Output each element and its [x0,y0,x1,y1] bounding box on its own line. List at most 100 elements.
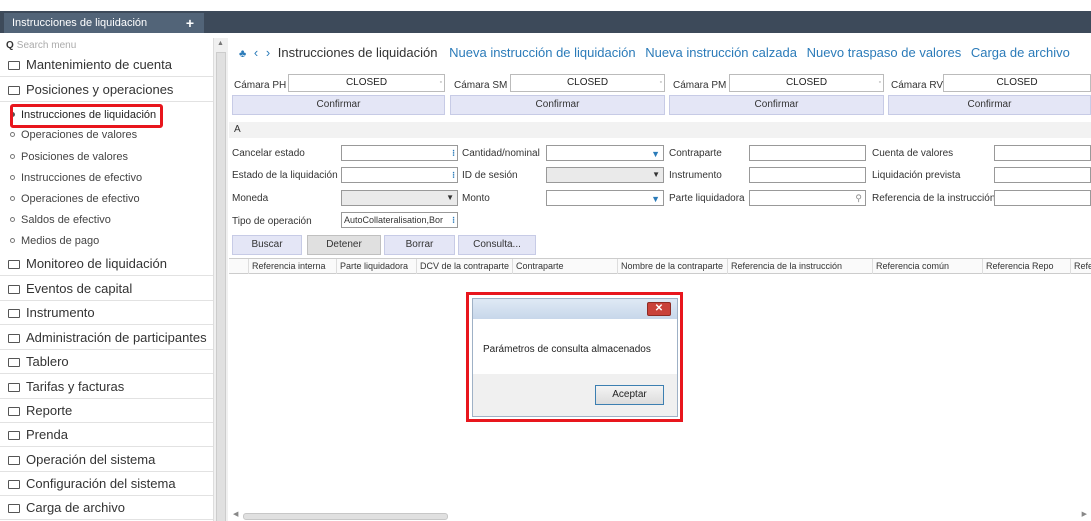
close-icon[interactable]: ✕ [647,302,671,316]
scrollbar-thumb[interactable] [216,52,226,521]
highlight-box-menu [10,104,163,128]
folder-icon [8,334,20,343]
list-icon[interactable]: ⁝ [452,213,455,227]
bullet-icon [10,154,15,159]
scroll-right-icon[interactable]: ▶ [1082,510,1087,518]
parte-liquidadora-field[interactable]: ⚲ [749,190,866,206]
sidebar-item-posiciones[interactable]: Posiciones y operaciones [0,79,213,102]
column-header[interactable]: Referencia común [872,259,982,274]
subitem-posiciones-valores[interactable]: Posiciones de valores [0,148,213,167]
search-icon[interactable]: ⚲ [855,191,862,205]
id-sesion-select[interactable]: ▼ [546,167,664,183]
sidebar-scrollbar[interactable]: ▲ [213,38,228,521]
dialog-titlebar[interactable]: ✕ [473,299,677,319]
confirm-pm-button[interactable]: Confirmar [669,95,884,115]
filter-icon[interactable]: ▼ [651,192,660,206]
column-header[interactable]: Referencia interna [248,259,336,274]
sidebar-item-prenda[interactable]: Prenda [0,424,213,447]
add-tab-icon[interactable]: + [186,13,194,33]
liquidacion-prevista-field[interactable] [994,167,1091,183]
link-traspaso-valores[interactable]: Nuevo traspaso de valores [807,45,962,60]
tipo-operacion-field[interactable]: AutoCollateralisation,Bor ⁝ [341,212,458,228]
folder-open-icon [8,86,20,95]
confirm-rv-button[interactable]: Confirmar [888,95,1091,115]
subitem-instrucciones-efectivo[interactable]: Instrucciones de efectivo [0,169,213,188]
link-nueva-instruccion[interactable]: Nueva instrucción de liquidación [449,45,635,60]
sidebar-item-label: Mantenimiento de cuenta [26,57,172,72]
buscar-button[interactable]: Buscar [232,235,302,255]
dialog-message: Parámetros de consulta almacenados [483,344,651,355]
moneda-select[interactable]: ▼ [341,190,458,206]
column-header[interactable]: Referencia Repo [982,259,1070,274]
detener-button[interactable]: Detener [307,235,381,255]
subitem-operaciones-efectivo[interactable]: Operaciones de efectivo [0,190,213,209]
folder-icon [8,431,20,440]
hierarchy-icon[interactable]: ♣ [239,48,246,60]
cancelar-estado-field[interactable]: ⁝ [341,145,458,161]
subitem-label: Posiciones de valores [21,151,129,163]
cantidad-nominal-field[interactable]: ▼ [546,145,664,161]
aceptar-button[interactable]: Aceptar [595,385,664,405]
scrollbar-thumb[interactable] [243,513,448,520]
confirm-ph-button[interactable]: Confirmar [232,95,445,115]
sidebar-item-tablero[interactable]: Tablero [0,351,213,374]
column-header[interactable]: Refe [1070,259,1091,274]
sidebar-item-operacion[interactable]: Operación del sistema [0,449,213,472]
instrumento-field[interactable] [749,167,866,183]
field-corner-icon: ▫ [878,79,881,86]
cuenta-valores-field[interactable] [994,145,1091,161]
monto-field[interactable]: ▼ [546,190,664,206]
subitem-operaciones-valores[interactable]: Operaciones de valores [0,126,213,145]
search-icon: Q [6,40,14,51]
back-arrow-icon[interactable]: ‹ [254,45,258,60]
sidebar-item-tarifas[interactable]: Tarifas y facturas [0,376,213,399]
column-header[interactable]: Nombre de la contraparte [617,259,727,274]
main-content: ♣ ‹ › Instrucciones de liquidación Nueva… [229,38,1091,521]
link-instruccion-calzada[interactable]: Nueva instrucción calzada [645,45,797,60]
list-icon[interactable]: ⁝ [452,168,455,182]
tab-instrucciones[interactable]: Instrucciones de liquidación + [4,13,204,33]
consulta-button[interactable]: Consulta... [458,235,536,255]
contraparte-field[interactable] [749,145,866,161]
camara-sm-status: CLOSED ▫ [510,74,665,92]
tipo-operacion-label: Tipo de operación [232,216,312,227]
sidebar-item-administracion[interactable]: Administración de participantes [0,327,213,350]
sidebar-item-carga[interactable]: Carga de archivo [0,497,213,520]
forward-arrow-icon[interactable]: › [266,45,270,60]
filter-icon[interactable]: ▼ [651,147,660,161]
sidebar-item-eventos[interactable]: Eventos de capital [0,278,213,301]
sidebar-item-mantenimiento[interactable]: Mantenimiento de cuenta [0,54,213,77]
sidebar-item-label: Prenda [26,427,68,442]
sidebar-item-configuracion[interactable]: Configuración del sistema [0,473,213,496]
subitem-saldos-efectivo[interactable]: Saldos de efectivo [0,211,213,230]
estado-liquidacion-field[interactable]: ⁝ [341,167,458,183]
section-header[interactable]: A [229,122,1091,138]
link-carga-archivo[interactable]: Carga de archivo [971,45,1070,60]
confirm-sm-button[interactable]: Confirmar [450,95,665,115]
folder-icon [8,309,20,318]
subitem-label: Saldos de efectivo [21,214,111,226]
column-header[interactable]: Parte liquidadora [336,259,416,274]
scroll-left-icon[interactable]: ◀ [233,510,238,518]
subitem-label: Operaciones de valores [21,129,138,141]
search-menu[interactable]: Q Search menu [6,40,76,54]
moneda-label: Moneda [232,193,269,204]
sidebar-item-instrumento[interactable]: Instrumento [0,302,213,325]
borrar-button[interactable]: Borrar [384,235,455,255]
grid-horizontal-scrollbar[interactable]: ◀ ▶ [229,510,1091,521]
subitem-medios-pago[interactable]: Medios de pago [0,232,213,251]
referencia-instruccion-field[interactable] [994,190,1091,206]
subitem-label: Instrucciones de efectivo [21,172,143,184]
scroll-up-icon[interactable]: ▲ [217,40,224,47]
folder-icon [8,285,20,294]
sidebar-item-monitoreo[interactable]: Monitoreo de liquidación [0,253,213,276]
column-header[interactable]: Referencia de la instrucción [727,259,872,274]
message-dialog: ✕ Parámetros de consulta almacenados Ace… [472,298,678,417]
list-icon[interactable]: ⁝ [452,146,455,160]
column-header[interactable]: DCV de la contraparte [416,259,512,274]
status-text: CLOSED [996,77,1038,88]
results-grid-header: Referencia interna Parte liquidadora DCV… [229,258,1091,274]
column-header[interactable]: Contraparte [512,259,617,274]
folder-icon [8,383,20,392]
sidebar-item-reporte[interactable]: Reporte [0,400,213,423]
